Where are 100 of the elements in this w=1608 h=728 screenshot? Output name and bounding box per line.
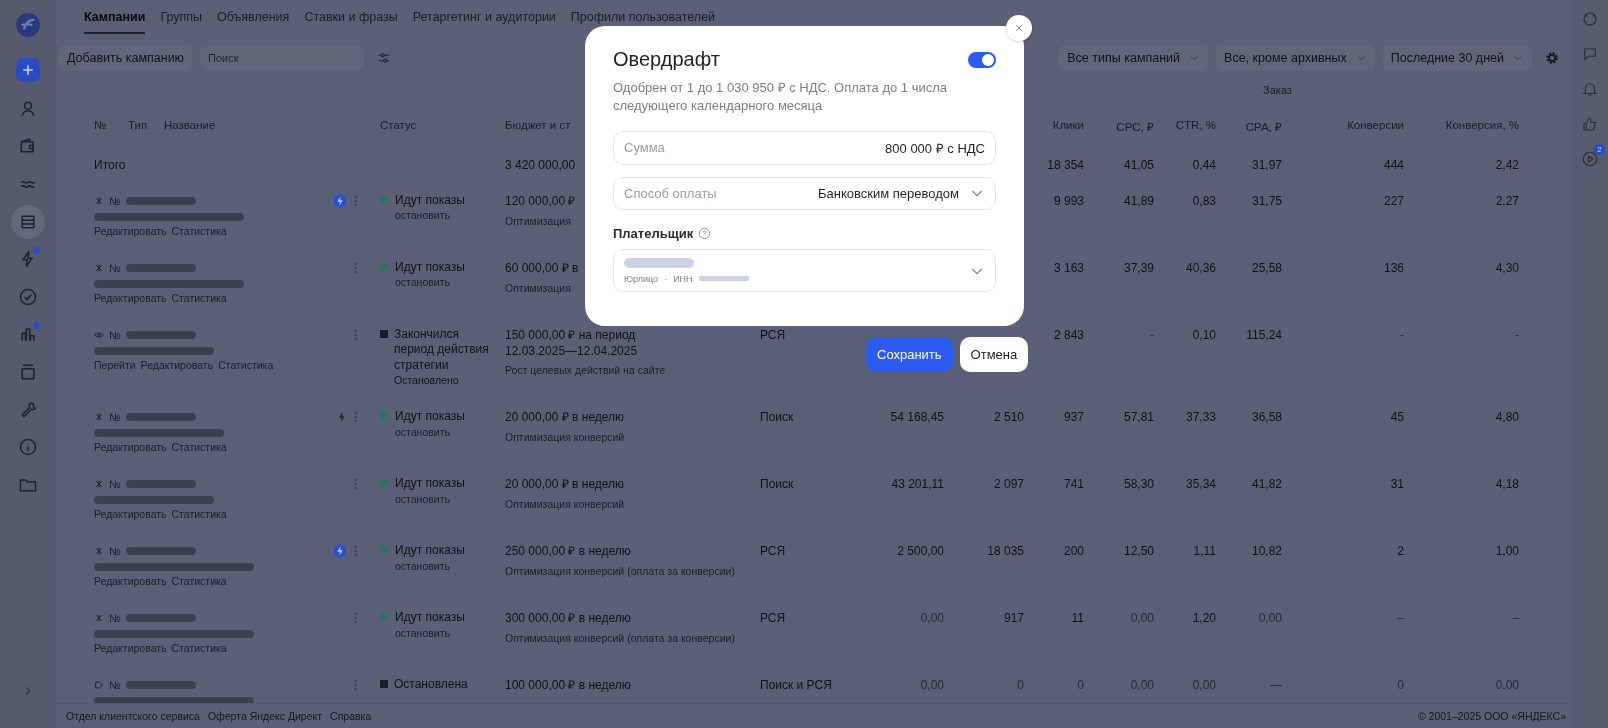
close-button[interactable] xyxy=(1006,15,1032,41)
filter-dropdown[interactable]: Все типы кампаний xyxy=(1059,45,1209,71)
cancel-button[interactable]: Отмена xyxy=(959,337,1029,372)
table-cell: 2 500,00 xyxy=(897,544,944,559)
filter-icon[interactable] xyxy=(376,50,392,66)
table-cell: - xyxy=(1400,328,1404,342)
table-cell: 58,30 xyxy=(1123,477,1154,492)
settings-icon[interactable] xyxy=(1544,50,1560,66)
status-note[interactable]: остановить xyxy=(395,559,465,572)
table-cell: 136 xyxy=(1383,261,1404,275)
bell-icon[interactable] xyxy=(1581,80,1599,98)
payment-method-select[interactable]: Способ оплаты Банковским переводом xyxy=(613,176,996,211)
table-cell: 37,39 xyxy=(1123,261,1154,275)
column-header: Тип xyxy=(128,119,149,131)
column-header: CPA, ₽ xyxy=(1244,120,1283,134)
link[interactable]: Редактировать xyxy=(94,441,167,454)
link[interactable]: Редактировать xyxy=(94,508,167,521)
campaign-type: РСЯ xyxy=(760,611,786,626)
add-campaign-button[interactable]: Добавить кампанию xyxy=(59,45,192,71)
status-note[interactable]: остановить xyxy=(395,209,465,222)
table-cell: 2,27 xyxy=(1495,194,1519,208)
table-cell: 0,00 xyxy=(1130,611,1154,626)
like-icon[interactable] xyxy=(1581,115,1599,133)
link[interactable]: Редактировать xyxy=(94,642,167,655)
column-header: Статус xyxy=(380,119,418,131)
logo-icon[interactable] xyxy=(15,12,41,38)
link[interactable]: Редактировать xyxy=(140,359,214,371)
play-icon[interactable] xyxy=(1581,150,1599,168)
footer-link[interactable]: Отдел клиентского сервиса xyxy=(66,710,200,722)
link[interactable]: Статистика xyxy=(171,292,227,304)
link[interactable]: Редактировать xyxy=(94,225,167,237)
status-note[interactable]: остановить xyxy=(395,425,465,438)
search-field[interactable]: Поиск xyxy=(200,46,364,70)
more-icon[interactable] xyxy=(353,261,358,275)
more-icon[interactable] xyxy=(353,544,358,559)
emoji-icon[interactable] xyxy=(1581,10,1599,28)
campaign-type: РСЯ xyxy=(760,544,786,559)
column-header: № xyxy=(93,119,108,131)
payer-select[interactable]: Юрлицо · ИНН xyxy=(613,249,996,292)
table-cell: 937 xyxy=(1063,410,1084,425)
link[interactable]: Редактировать xyxy=(94,575,167,588)
link[interactable]: Статистика xyxy=(171,441,227,454)
tab[interactable]: Объявления xyxy=(217,10,290,32)
table-cell-text: 18 354 xyxy=(1046,158,1085,172)
link[interactable]: Статистика xyxy=(171,508,227,521)
help-icon[interactable] xyxy=(698,227,712,241)
tab[interactable]: Ставки и фразы xyxy=(304,10,398,32)
strategy-text: Оптимизация конверсий (оплата за конверсии) xyxy=(505,564,735,577)
status-text: Идут показы xyxy=(395,194,465,208)
budget-text: 20 000,00 ₽ в неделю xyxy=(505,477,625,493)
filter-dropdown[interactable]: Все, кроме архивных xyxy=(1216,45,1375,71)
budget-text: 300 000,00 ₽ в неделю xyxy=(505,611,631,627)
strategy-text: Оптимизация конверсий xyxy=(505,430,625,443)
table-cell: 741 xyxy=(1063,477,1084,492)
sidebar-item[interactable] xyxy=(11,204,45,239)
link[interactable]: Статистика xyxy=(171,575,227,588)
link[interactable]: Редактировать xyxy=(94,292,167,304)
toggle-switch[interactable] xyxy=(968,51,996,68)
tab[interactable]: Кампании xyxy=(84,10,146,34)
campaign-type: РСЯ xyxy=(760,328,786,342)
table-cell: 0,00 xyxy=(1130,678,1154,693)
total-label: Итого xyxy=(93,158,127,172)
campaign-number: № xyxy=(109,679,121,692)
campaign-number: № xyxy=(109,329,121,341)
table-cell-text: 444 xyxy=(1382,158,1405,172)
link[interactable]: Статистика xyxy=(171,225,227,237)
footer-link[interactable]: Справка xyxy=(330,710,372,722)
filter-dropdown[interactable]: Последние 30 дней xyxy=(1382,45,1532,71)
status-text: Идут показы xyxy=(395,544,465,558)
table-cell: 200 xyxy=(1063,544,1084,559)
table-cell: 25,58 xyxy=(1251,261,1282,275)
more-icon[interactable] xyxy=(353,328,358,342)
amount-field[interactable]: Сумма 800 000 ₽ с НДС xyxy=(613,131,996,165)
table-cell: 31 xyxy=(1390,477,1404,492)
table-cell-text: 3 420 000,00 xyxy=(505,158,577,172)
plus-icon xyxy=(20,62,36,78)
tab[interactable]: Группы xyxy=(160,10,203,32)
link[interactable]: Статистика xyxy=(218,359,274,371)
column-header: Конверсии xyxy=(1346,119,1405,131)
footer-link[interactable]: Оферта Яндекс Директ xyxy=(207,710,323,722)
link[interactable]: Статистика xyxy=(171,642,227,655)
table-cell-text: 2,42 xyxy=(1494,158,1520,172)
more-icon[interactable] xyxy=(353,678,358,693)
more-icon[interactable] xyxy=(353,477,358,492)
check-icon xyxy=(18,286,38,307)
tab[interactable]: Ретаргетинг и аудитории xyxy=(412,10,556,32)
table-cell: 41,89 xyxy=(1123,194,1154,208)
more-icon[interactable] xyxy=(353,611,358,626)
table-cell: 18 035 xyxy=(987,544,1024,559)
status-note[interactable]: остановить xyxy=(395,492,465,505)
column-header: Клики xyxy=(1051,119,1085,131)
status-note[interactable]: остановить xyxy=(395,626,465,639)
more-icon[interactable] xyxy=(353,410,358,425)
chat-icon[interactable] xyxy=(1581,45,1599,63)
more-icon[interactable] xyxy=(353,194,358,208)
save-button[interactable]: Сохранить xyxy=(866,337,953,372)
table-cell: 0,10 xyxy=(1192,328,1216,342)
create-button[interactable] xyxy=(16,58,40,82)
link[interactable]: Перейти xyxy=(94,359,136,371)
status-note[interactable]: остановить xyxy=(395,276,465,289)
